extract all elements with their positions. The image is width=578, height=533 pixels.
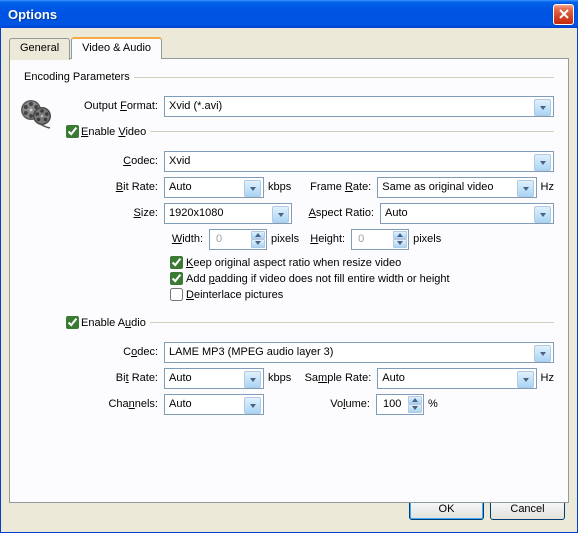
enable-video-label: Enable Video — [81, 126, 146, 138]
video-height-label: Height: — [299, 233, 351, 245]
video-codec-select[interactable]: Xvid — [164, 151, 554, 172]
window-title: Options — [8, 7, 553, 22]
add-padding-checkbox[interactable] — [170, 272, 183, 285]
video-aspect-select[interactable]: Auto — [380, 203, 554, 224]
audio-samplerate-unit: Hz — [537, 372, 554, 384]
audio-codec-select[interactable]: LAME MP3 (MPEG audio layer 3) — [164, 342, 554, 363]
window-body: General Video & Audio Encoding Parameter… — [0, 28, 578, 533]
spin-down-icon[interactable] — [393, 239, 407, 248]
encoding-parameters-group: Encoding Parameters Output Format: Xvid … — [24, 71, 554, 435]
enable-audio-label: Enable Audio — [81, 317, 146, 329]
keep-aspect-label: Keep original aspect ratio when resize v… — [186, 257, 401, 269]
enable-audio-checkbox[interactable] — [66, 316, 79, 329]
video-height-spinner[interactable] — [351, 229, 409, 250]
tab-general[interactable]: General — [9, 38, 70, 60]
enable-video-checkbox[interactable] — [66, 125, 79, 138]
audio-codec-label: Codec: — [66, 346, 164, 358]
audio-volume-unit: % — [424, 398, 438, 410]
audio-samplerate-label: Sample Rate: — [291, 372, 377, 384]
video-size-select[interactable]: 1920x1080 — [164, 203, 292, 224]
close-button[interactable] — [553, 4, 574, 25]
enable-video-group: Enable Video Codec: Xvid Bit Rate: Auto … — [66, 125, 554, 308]
video-framerate-select[interactable]: Same as original video — [377, 177, 536, 198]
video-width-unit: pixels — [267, 233, 299, 245]
encoding-parameters-label: Encoding Parameters — [24, 71, 134, 83]
spin-down-icon[interactable] — [251, 239, 265, 248]
video-size-label: Size: — [66, 207, 164, 219]
tab-strip: General Video & Audio — [9, 36, 569, 58]
audio-bitrate-unit: kbps — [264, 372, 291, 384]
video-width-label: Width: — [164, 233, 209, 245]
spin-up-icon[interactable] — [393, 231, 407, 240]
spin-up-icon[interactable] — [408, 396, 422, 405]
video-aspect-label: Aspect Ratio: — [292, 207, 380, 219]
add-padding-label: Add padding if video does not fill entir… — [186, 273, 450, 285]
tab-panel: Encoding Parameters Output Format: Xvid … — [9, 58, 569, 503]
title-bar: Options — [0, 0, 578, 28]
video-framerate-unit: Hz — [537, 181, 554, 193]
output-format-label: Output Format: — [66, 100, 164, 112]
output-format-select[interactable]: Xvid (*.avi) — [164, 96, 554, 117]
audio-bitrate-label: Bit Rate: — [66, 372, 164, 384]
audio-channels-select[interactable]: Auto — [164, 394, 264, 415]
audio-volume-label: Volume: — [290, 398, 376, 410]
keep-aspect-checkbox[interactable] — [170, 256, 183, 269]
spin-up-icon[interactable] — [251, 231, 265, 240]
video-height-unit: pixels — [409, 233, 441, 245]
audio-channels-label: Channels: — [66, 398, 164, 410]
audio-bitrate-select[interactable]: Auto — [164, 368, 264, 389]
deinterlace-checkbox[interactable] — [170, 288, 183, 301]
video-bitrate-label: Bit Rate: — [66, 181, 164, 193]
audio-samplerate-select[interactable]: Auto — [377, 368, 536, 389]
video-codec-label: Codec: — [66, 155, 164, 167]
video-bitrate-select[interactable]: Auto — [164, 177, 264, 198]
spin-down-icon[interactable] — [408, 404, 422, 413]
enable-audio-group: Enable Audio Codec: LAME MP3 (MPEG audio… — [66, 316, 554, 423]
video-width-spinner[interactable] — [209, 229, 267, 250]
video-bitrate-unit: kbps — [264, 181, 291, 193]
audio-volume-spinner[interactable] — [376, 394, 424, 415]
close-icon — [559, 9, 569, 19]
tab-video-audio[interactable]: Video & Audio — [71, 37, 162, 59]
deinterlace-label: Deinterlace pictures — [186, 289, 283, 301]
video-framerate-label: Frame Rate: — [291, 181, 377, 193]
